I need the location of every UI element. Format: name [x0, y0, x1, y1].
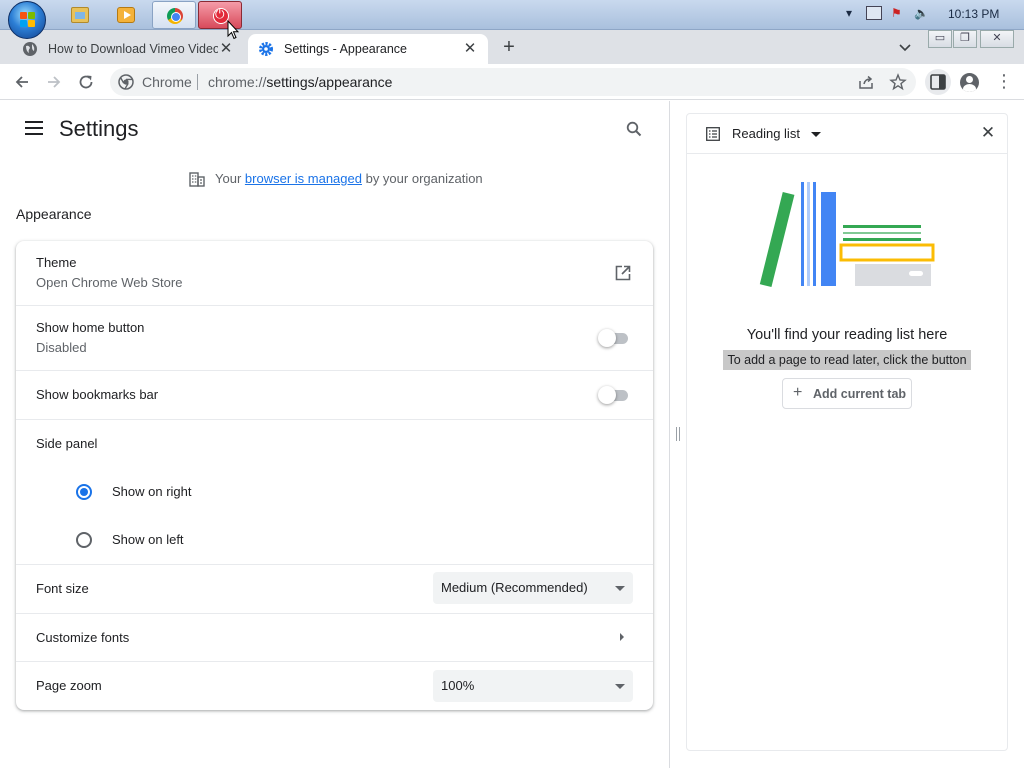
omnibox-separator: [197, 74, 198, 90]
font-size-select[interactable]: Medium (Recommended): [433, 572, 633, 604]
share-icon[interactable]: [857, 73, 875, 91]
font-size-value: Medium (Recommended): [441, 580, 588, 595]
mouse-cursor-icon: [227, 20, 239, 40]
tab-title: Settings - Appearance: [284, 42, 407, 56]
close-side-panel-icon[interactable]: ✕: [979, 124, 997, 142]
chrome-page-icon[interactable]: [118, 74, 134, 90]
profile-avatar-icon[interactable]: [960, 73, 979, 92]
side-panel-toggle-button[interactable]: [925, 69, 951, 95]
page-zoom-row: Page zoom 100%: [16, 662, 653, 710]
theme-label: Theme: [36, 255, 77, 270]
external-link-icon[interactable]: [614, 264, 632, 282]
browser-managed-link[interactable]: browser is managed: [245, 171, 362, 186]
chrome-icon: [167, 8, 183, 24]
volume-icon[interactable]: 🔈: [914, 6, 929, 20]
window-close-button[interactable]: ✕: [980, 30, 1014, 48]
tab-title: How to Download Vimeo Videos: [48, 42, 218, 56]
show-on-left-radio[interactable]: [76, 532, 92, 548]
side-panel-title[interactable]: Reading list: [732, 126, 800, 141]
add-current-tab-button[interactable]: + Add current tab: [782, 378, 912, 409]
new-tab-button[interactable]: +: [498, 37, 520, 59]
managed-notice: Your browser is managed by your organiza…: [215, 171, 483, 186]
chevron-right-icon: [620, 633, 624, 641]
empty-state-subtitle: To add a page to read later, click the b…: [723, 350, 971, 370]
reading-list-icon: [706, 127, 720, 141]
media-player-icon: [117, 7, 135, 23]
show-on-left-label[interactable]: Show on left: [112, 532, 184, 547]
minimize-button[interactable]: ▭: [928, 30, 952, 48]
taskbar-media-player[interactable]: [104, 1, 148, 29]
side-panel-header: Reading list ✕: [687, 114, 1007, 154]
back-icon[interactable]: [12, 72, 32, 92]
tab-settings-appearance[interactable]: Settings - Appearance ✕: [248, 34, 488, 64]
home-button-sub: Disabled: [36, 340, 87, 355]
site-label: Chrome: [142, 74, 192, 90]
bookmarks-bar-row[interactable]: Show bookmarks bar: [16, 371, 653, 419]
main-menu-icon[interactable]: [25, 121, 43, 135]
page-zoom-label: Page zoom: [36, 678, 102, 693]
page-zoom-value: 100%: [441, 678, 475, 693]
theme-row[interactable]: Theme Open Chrome Web Store: [16, 241, 653, 305]
forward-icon[interactable]: [44, 72, 64, 92]
dropdown-caret-icon: [615, 684, 625, 689]
show-on-right-label[interactable]: Show on right: [112, 484, 192, 499]
side-panel-divider: [669, 101, 670, 768]
plus-icon: +: [793, 384, 803, 401]
bookmark-star-icon[interactable]: [889, 73, 907, 91]
windows-logo-icon: [20, 12, 36, 28]
search-icon[interactable]: [625, 120, 643, 138]
font-size-label: Font size: [36, 581, 89, 596]
file-explorer-icon: [71, 7, 89, 23]
restore-button[interactable]: ❐: [953, 30, 977, 48]
bookmarks-bar-label: Show bookmarks bar: [36, 387, 159, 402]
taskbar-chrome[interactable]: [152, 1, 196, 29]
taskbar-file-explorer[interactable]: [58, 1, 102, 29]
url-text[interactable]: chrome://settings/appearance: [208, 74, 392, 90]
close-tab-icon[interactable]: ✕: [218, 41, 234, 57]
page-zoom-select[interactable]: 100%: [433, 670, 633, 702]
side-panel-row: Side panel Show on right Show on left: [16, 420, 653, 564]
section-title-appearance: Appearance: [16, 206, 92, 222]
home-button-toggle[interactable]: [598, 329, 630, 347]
theme-sub: Open Chrome Web Store: [36, 275, 183, 290]
home-button-row[interactable]: Show home button Disabled: [16, 306, 653, 370]
empty-state-title: You'll find your reading list here: [746, 327, 948, 343]
close-tab-icon[interactable]: ✕: [462, 41, 478, 57]
customize-fonts-label: Customize fonts: [36, 630, 130, 645]
globe-icon: [22, 41, 38, 57]
font-size-row: Font size Medium (Recommended): [16, 565, 653, 613]
taskbar-clock[interactable]: 10:13 PM: [948, 7, 999, 21]
bookmarks-bar-toggle[interactable]: [598, 386, 630, 404]
building-icon: [188, 170, 206, 188]
reading-list-panel: Reading list ✕ You'll find your reading …: [686, 113, 1008, 751]
tab-vimeo[interactable]: How to Download Vimeo Videos ✕: [12, 34, 244, 64]
reading-list-illustration: [759, 182, 935, 288]
reload-icon[interactable]: [76, 72, 96, 92]
gear-icon: [258, 41, 274, 57]
windows-taskbar: ▾ ⚑ 🔈 10:13 PM: [0, 0, 1024, 39]
more-menu-icon[interactable]: ⋮: [995, 72, 1013, 92]
action-center-icon[interactable]: ⚑: [891, 6, 902, 20]
side-panel-label: Side panel: [36, 436, 98, 451]
dropdown-caret-icon: [615, 586, 625, 591]
appearance-card: Theme Open Chrome Web Store Show home bu…: [16, 241, 653, 710]
tray-expand-icon[interactable]: ▾: [846, 6, 852, 20]
home-button-label: Show home button: [36, 320, 145, 335]
customize-fonts-row[interactable]: Customize fonts: [16, 614, 653, 661]
start-button[interactable]: [8, 1, 46, 39]
side-panel-resize-handle[interactable]: [675, 427, 681, 441]
tab-search-icon[interactable]: [896, 38, 914, 56]
show-on-right-radio[interactable]: [76, 484, 92, 500]
page-title: Settings: [59, 116, 139, 141]
add-current-tab-label: Add current tab: [813, 387, 907, 401]
network-icon[interactable]: [866, 6, 882, 20]
side-panel-dropdown-icon[interactable]: [811, 132, 821, 137]
